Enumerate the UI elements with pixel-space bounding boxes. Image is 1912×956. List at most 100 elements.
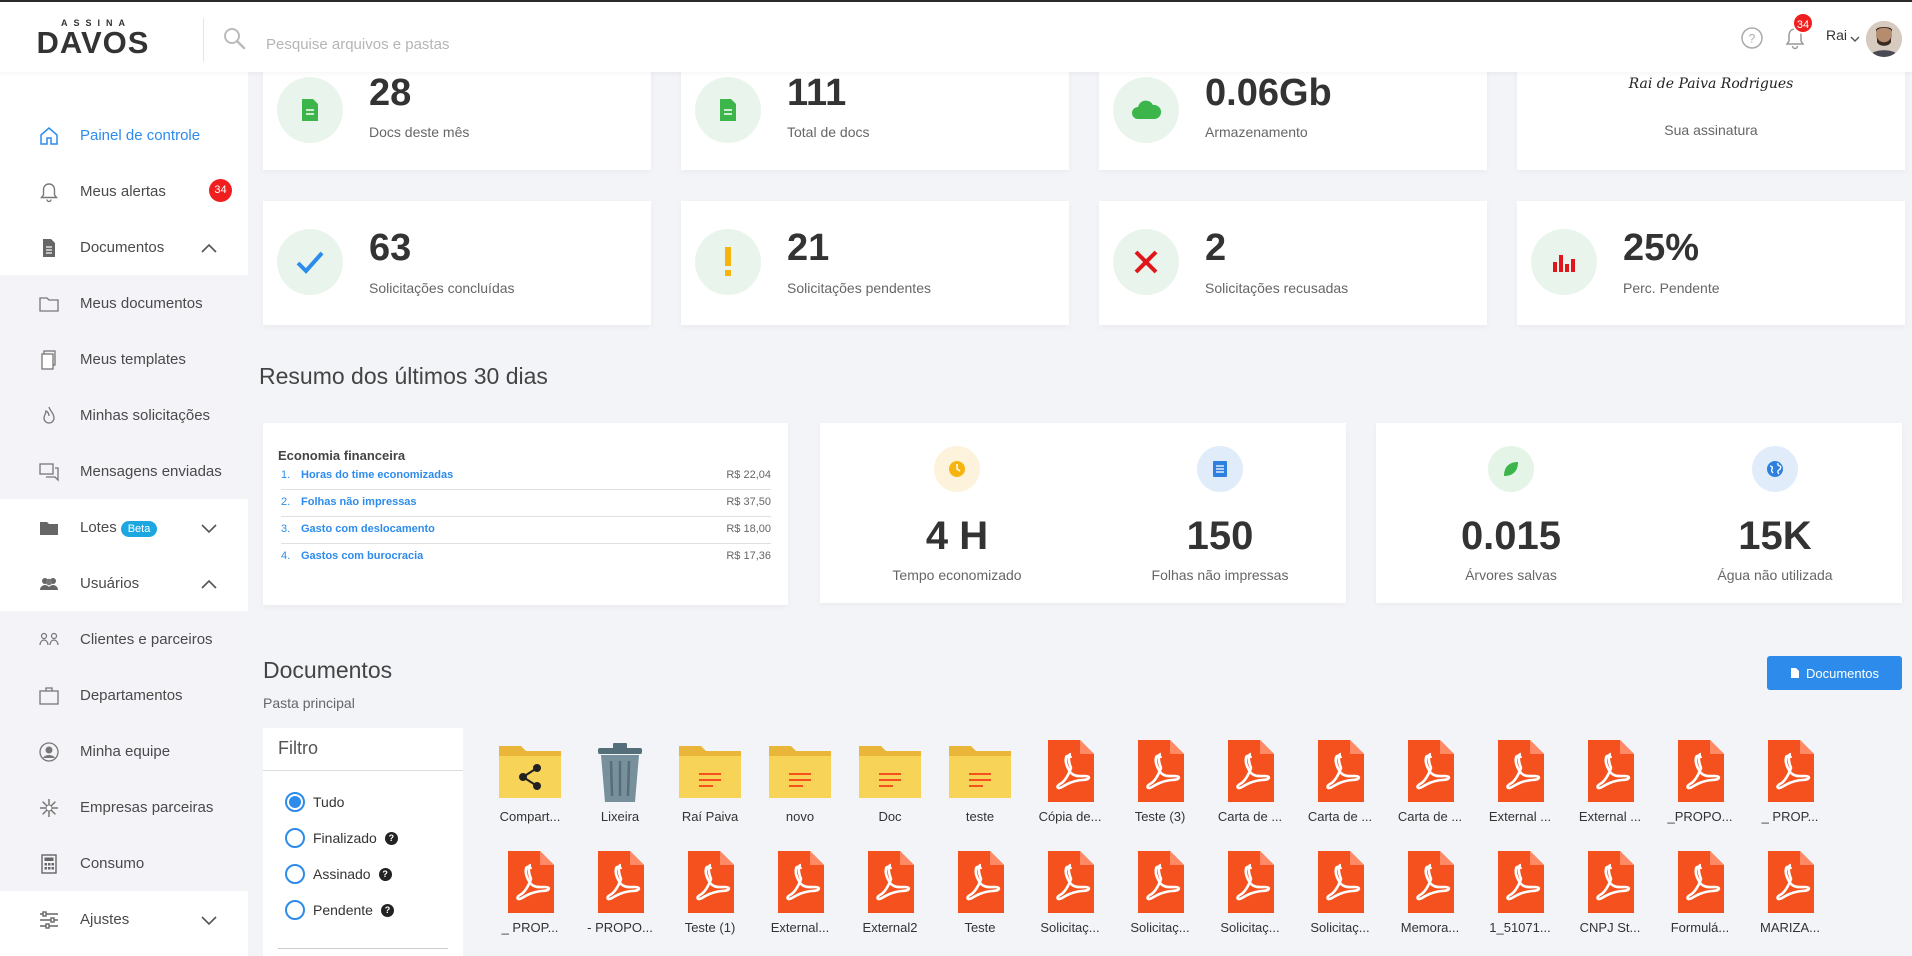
finance-row[interactable]: 2. Folhas não impressas R$ 37,50: [281, 490, 771, 517]
file-item-pdf[interactable]: Cópia de...: [1029, 740, 1111, 824]
search-input[interactable]: [266, 30, 766, 58]
exclamation-icon: [695, 229, 761, 295]
home-icon: [38, 125, 60, 147]
file-item-pdf[interactable]: Solicitaç...: [1119, 851, 1201, 935]
sidebar-item-mensagens-enviadas[interactable]: Mensagens enviadas: [0, 443, 248, 499]
finance-row-label[interactable]: Gastos com burocracia: [301, 550, 423, 562]
sidebar-item-meus-templates[interactable]: Meus templates: [0, 331, 248, 387]
chevron-down-icon[interactable]: [1850, 30, 1860, 48]
file-item-pdf[interactable]: External ...: [1569, 740, 1651, 824]
file-item-pdf[interactable]: Memora...: [1389, 851, 1471, 935]
signature-card[interactable]: Rai de Paiva Rodrigues Sua assinatura: [1517, 62, 1905, 170]
file-item-pdf[interactable]: _ PROP...: [489, 851, 571, 935]
finance-row[interactable]: 3. Gasto com deslocamento R$ 18,00: [281, 517, 771, 544]
file-item-pdf[interactable]: Carta de ...: [1299, 740, 1381, 824]
filter-option-tudo[interactable]: Tudo: [285, 792, 344, 812]
finance-row-label[interactable]: Horas do time economizadas: [301, 469, 453, 481]
file-item-pdf[interactable]: Carta de ...: [1209, 740, 1291, 824]
file-item-pdf[interactable]: Formulá...: [1659, 851, 1741, 935]
chevron-down-icon[interactable]: [200, 521, 218, 539]
help-icon[interactable]: ?: [380, 903, 394, 917]
finance-row-label[interactable]: Folhas não impressas: [301, 496, 417, 508]
file-item-pdf[interactable]: Solicitaç...: [1029, 851, 1111, 935]
finance-row[interactable]: 4. Gastos com burocracia R$ 17,36: [281, 544, 771, 571]
trash-folder-item[interactable]: Lixeira: [579, 740, 661, 824]
file-item-pdf[interactable]: Teste (1): [669, 851, 751, 935]
chevron-up-icon[interactable]: [200, 577, 218, 595]
folder-filled-icon: [38, 517, 60, 539]
folder-item[interactable]: novo: [759, 740, 841, 824]
sidebar-item-empresas-parceiras[interactable]: Empresas parceiras: [0, 779, 248, 835]
sidebar-item-documentos[interactable]: Documentos: [0, 219, 248, 275]
stat-label: Perc. Pendente: [1623, 280, 1720, 296]
file-item-pdf[interactable]: CNPJ St...: [1569, 851, 1651, 935]
breadcrumb[interactable]: Pasta principal: [263, 695, 355, 711]
help-icon[interactable]: ?: [1740, 26, 1764, 55]
cloud-icon: [1113, 77, 1179, 143]
pdf-icon: [1664, 740, 1736, 804]
stat-label: Solicitações recusadas: [1205, 280, 1349, 296]
sidebar-item-alertas[interactable]: Meus alertas 34: [0, 163, 248, 219]
file-item-pdf[interactable]: _ PROP...: [1749, 740, 1831, 824]
file-item-pdf[interactable]: Solicitaç...: [1209, 851, 1291, 935]
chevron-up-icon[interactable]: [200, 241, 218, 259]
documents-button[interactable]: Documentos: [1767, 656, 1902, 690]
sidebar-item-painel[interactable]: Painel de controle: [0, 107, 248, 163]
file-item-pdf[interactable]: Solicitaç...: [1299, 851, 1381, 935]
file-name: Cópia de...: [1038, 809, 1102, 824]
radio[interactable]: [285, 828, 305, 848]
main-content: 28 Docs deste mês 111 Total de docs 0.06…: [248, 62, 1912, 956]
file-name: Doc: [878, 809, 902, 824]
stat-card-concluidas: 63 Solicitações concluídas: [263, 201, 651, 325]
file-name: Compart...: [499, 809, 561, 824]
sidebar-item-departamentos[interactable]: Departamentos: [0, 667, 248, 723]
sidebar-item-meus-documentos[interactable]: Meus documentos: [0, 275, 248, 331]
pdf-icon: [1484, 740, 1556, 804]
file-item-pdf[interactable]: Carta de ...: [1389, 740, 1471, 824]
file-item-pdf[interactable]: MARIZA...: [1749, 851, 1831, 935]
chevron-down-icon[interactable]: [200, 913, 218, 931]
finance-row-label[interactable]: Gasto com deslocamento: [301, 523, 435, 535]
file-name: Carta de ...: [1307, 809, 1373, 824]
file-item-pdf[interactable]: Teste: [939, 851, 1021, 935]
summary-title: Resumo dos últimos 30 dias: [259, 363, 548, 389]
sidebar-item-clientes[interactable]: Clientes e parceiros: [0, 611, 248, 667]
file-item-pdf[interactable]: Teste (3): [1119, 740, 1201, 824]
sidebar-item-minhas-solicitacoes[interactable]: Minhas solicitações: [0, 387, 248, 443]
file-item-pdf[interactable]: External...: [759, 851, 841, 935]
folder-item[interactable]: teste: [939, 740, 1021, 824]
folder-item[interactable]: Doc: [849, 740, 931, 824]
file-item-pdf[interactable]: 1_51071...: [1479, 851, 1561, 935]
file-item-pdf[interactable]: External ...: [1479, 740, 1561, 824]
folder-item[interactable]: Raí Paiva: [669, 740, 751, 824]
finance-row[interactable]: 1. Horas do time economizadas R$ 22,04: [281, 463, 771, 490]
filter-option-finalizado[interactable]: Finalizado ?: [285, 828, 398, 848]
sidebar-item-lotes[interactable]: Lotes Beta: [0, 499, 248, 555]
file-item-pdf[interactable]: External2: [849, 851, 931, 935]
metric-label: Árvores salvas: [1465, 567, 1557, 583]
sidebar-item-minha-equipe[interactable]: Minha equipe: [0, 723, 248, 779]
radio[interactable]: [285, 864, 305, 884]
logo[interactable]: ASSINA DAVOS: [34, 18, 152, 58]
filter-option-pendente[interactable]: Pendente ?: [285, 900, 394, 920]
stat-label: Docs deste mês: [369, 124, 470, 140]
pdf-icon: [1574, 740, 1646, 804]
stat-card-storage: 0.06Gb Armazenamento: [1099, 62, 1487, 170]
file-name: Solicitaç...: [1130, 920, 1190, 935]
user-menu[interactable]: Rai: [1826, 27, 1847, 43]
pdf-icon: [1304, 851, 1376, 915]
file-item-pdf[interactable]: _PROPO...: [1659, 740, 1741, 824]
help-icon[interactable]: ?: [384, 831, 398, 845]
stat-value: 21: [787, 227, 830, 269]
radio[interactable]: [285, 900, 305, 920]
filter-option-assinado[interactable]: Assinado ?: [285, 864, 392, 884]
radio-checked[interactable]: [285, 792, 305, 812]
sidebar-item-usuarios[interactable]: Usuários: [0, 555, 248, 611]
help-icon[interactable]: ?: [378, 867, 392, 881]
search-icon[interactable]: [222, 26, 248, 57]
avatar[interactable]: [1866, 21, 1902, 57]
folder-item[interactable]: Compart...: [489, 740, 571, 824]
file-item-pdf[interactable]: - PROPO...: [579, 851, 661, 935]
sidebar-item-consumo[interactable]: Consumo: [0, 835, 248, 891]
sidebar-item-ajustes[interactable]: Ajustes: [0, 891, 248, 947]
